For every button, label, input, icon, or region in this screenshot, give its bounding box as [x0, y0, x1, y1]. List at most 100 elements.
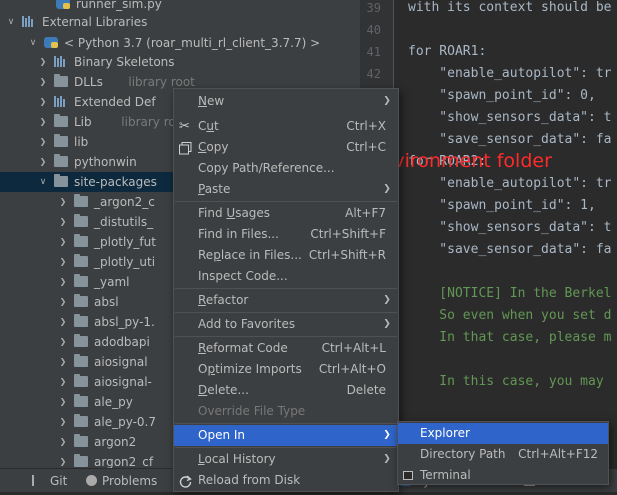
code-line[interactable]: with its context should be	[408, 0, 612, 19]
submenu-item-shortcut: Ctrl+Alt+F12	[518, 447, 598, 461]
menu-item-label: Local History	[198, 452, 276, 466]
menu-item-reformat-code[interactable]: Reformat Code Ctrl+Alt+L	[174, 338, 398, 359]
code-line[interactable]: for ROAR1:	[408, 41, 486, 63]
menu-item-refactor[interactable]: Refactor ❯	[174, 290, 398, 311]
code-line[interactable]: [NOTICE] In the Berkel	[408, 283, 611, 305]
menu-item-label: Replace in Files...	[198, 248, 302, 262]
tree-row-label: _argon2_c	[94, 195, 155, 209]
chevron-right-icon: ❯	[383, 295, 391, 305]
menu-item-copy-path-reference[interactable]: Copy Path/Reference...	[174, 158, 398, 179]
menu-item-cut[interactable]: ✂ Cut Ctrl+X	[174, 116, 398, 137]
tree-row-label: aiosignal	[94, 355, 148, 369]
open-in-submenu: Explorer Directory Path Ctrl+Alt+F12 Termin…	[397, 421, 609, 485]
menu-item-add-to-favorites[interactable]: Add to Favorites ❯	[174, 314, 398, 335]
tree-row[interactable]: ∨ < Python 3.7 (roar_multi_rl_client_3.7.…	[0, 33, 360, 53]
folder-icon	[74, 414, 88, 427]
tree-row[interactable]: ❯ Binary Skeletons	[0, 52, 360, 72]
menu-item-copy[interactable]: Copy Ctrl+C	[174, 137, 398, 158]
chevron-right-icon[interactable]: ❯	[58, 452, 68, 468]
menu-item-label: Find Usages	[198, 206, 271, 220]
menu-item-label: Inspect Code...	[198, 269, 288, 283]
code-line[interactable]: "enable_autopilot": tr	[408, 173, 611, 195]
menu-item-replace-in-files[interactable]: Replace in Files... Ctrl+Shift+R	[174, 245, 398, 266]
menu-item-optimize-imports[interactable]: Optimize Imports Ctrl+Alt+O	[174, 359, 398, 380]
chevron-right-icon[interactable]: ❯	[58, 312, 68, 332]
code-line[interactable]: "save_sensor_data": fa	[408, 129, 611, 151]
menu-separator	[175, 336, 397, 337]
tree-row-label: ale_py-0.7	[94, 415, 156, 429]
folder-icon	[74, 274, 88, 287]
submenu-item-explorer[interactable]: Explorer	[398, 423, 608, 444]
menu-item-find-in-files[interactable]: Find in Files... Ctrl+Shift+F	[174, 224, 398, 245]
chevron-right-icon[interactable]: ❯	[58, 432, 68, 452]
code-line[interactable]: "show_sensors_data": t	[408, 107, 611, 129]
tree-row-label: _plotly_fut	[94, 235, 156, 249]
menu-item-shortcut: Ctrl+C	[346, 140, 386, 154]
chevron-right-icon[interactable]: ❯	[38, 112, 48, 132]
menu-item-local-history[interactable]: Local History ❯	[174, 449, 398, 470]
submenu-item-label: Terminal	[420, 468, 471, 482]
menu-item-override-file-type: Override File Type	[174, 401, 398, 422]
chevron-right-icon[interactable]: ❯	[58, 412, 68, 432]
menu-item-find-usages[interactable]: Find Usages Alt+F7	[174, 203, 398, 224]
chevron-right-icon[interactable]: ❯	[58, 192, 68, 212]
chevron-right-icon[interactable]: ❯	[38, 152, 48, 172]
tree-row-label: argon2	[94, 435, 137, 449]
code-line[interactable]: "spawn_point_id": 0,	[408, 85, 596, 107]
chevron-right-icon[interactable]: ❯	[38, 52, 48, 72]
folder-icon	[54, 134, 68, 147]
tool-tab-git[interactable]: Git	[32, 469, 67, 493]
submenu-item-terminal[interactable]: Terminal	[398, 465, 608, 486]
tool-tab-problems[interactable]: Problems	[86, 469, 157, 493]
chevron-right-icon[interactable]: ❯	[58, 292, 68, 312]
tree-row-label: aiosignal-	[94, 375, 152, 389]
menu-item-open-in[interactable]: Open In ❯	[174, 425, 398, 446]
tree-row-label: site-packages	[74, 175, 157, 189]
line-number: 41	[366, 45, 381, 59]
chevron-right-icon[interactable]: ❯	[38, 72, 48, 92]
chevron-right-icon[interactable]: ❯	[58, 212, 68, 232]
chevron-right-icon[interactable]: ❯	[38, 92, 48, 112]
menu-separator	[175, 312, 397, 313]
submenu-item-directory-path[interactable]: Directory Path Ctrl+Alt+F12	[398, 444, 608, 465]
menu-item-paste[interactable]: Paste ❯	[174, 179, 398, 200]
menu-item-delete[interactable]: Delete... Delete	[174, 380, 398, 401]
chevron-down-icon[interactable]: ∨	[28, 33, 38, 53]
chevron-right-icon[interactable]: ❯	[58, 392, 68, 412]
chevron-right-icon[interactable]: ❯	[58, 352, 68, 372]
menu-item-new[interactable]: New ❯	[174, 91, 398, 112]
code-line[interactable]: "spawn_point_id": 1,	[408, 195, 596, 217]
tree-row-label: absl	[94, 295, 119, 309]
tool-tab-label: Problems	[102, 474, 158, 488]
menu-item-reload-from-disk[interactable]: Reload from Disk	[174, 470, 398, 491]
tool-tab-label: Git	[50, 474, 68, 488]
tree-row-label: adodbapi	[94, 335, 150, 349]
menu-separator	[175, 423, 397, 424]
tree-row[interactable]: ∨ External Libraries	[0, 12, 360, 32]
chevron-right-icon[interactable]: ❯	[58, 272, 68, 292]
code-line[interactable]: So even when you set d	[408, 305, 611, 327]
code-line[interactable]: "save_sensor_data": fa	[408, 239, 611, 261]
tree-row-label: argon2_cf	[94, 455, 154, 468]
libraries-icon	[54, 56, 68, 67]
tree-row-label: absl_py-1.	[94, 315, 155, 329]
chevron-right-icon: ❯	[383, 430, 391, 440]
chevron-right-icon[interactable]: ❯	[58, 252, 68, 272]
chevron-right-icon[interactable]: ❯	[58, 372, 68, 392]
chevron-right-icon[interactable]: ❯	[38, 132, 48, 152]
folder-icon	[74, 394, 88, 407]
folder-icon	[54, 174, 68, 187]
chevron-right-icon[interactable]: ❯	[58, 232, 68, 252]
code-line[interactable]: In that case, please m	[408, 327, 611, 349]
chevron-right-icon[interactable]: ❯	[58, 332, 68, 352]
code-line[interactable]: In this case, you may	[408, 371, 603, 393]
code-line[interactable]: "show_sensors_data": t	[408, 217, 611, 239]
chevron-down-icon[interactable]: ∨	[38, 172, 48, 192]
menu-item-inspect-code[interactable]: Inspect Code...	[174, 266, 398, 287]
code-line[interactable]: "enable_autopilot": tr	[408, 63, 611, 85]
folder-icon	[74, 454, 88, 467]
folder-icon	[54, 114, 68, 127]
code-editor[interactable]: with its context should be for ROAR1: "en…	[394, 0, 617, 468]
tree-row-label: DLLs	[74, 75, 103, 89]
folder-icon	[74, 334, 88, 347]
